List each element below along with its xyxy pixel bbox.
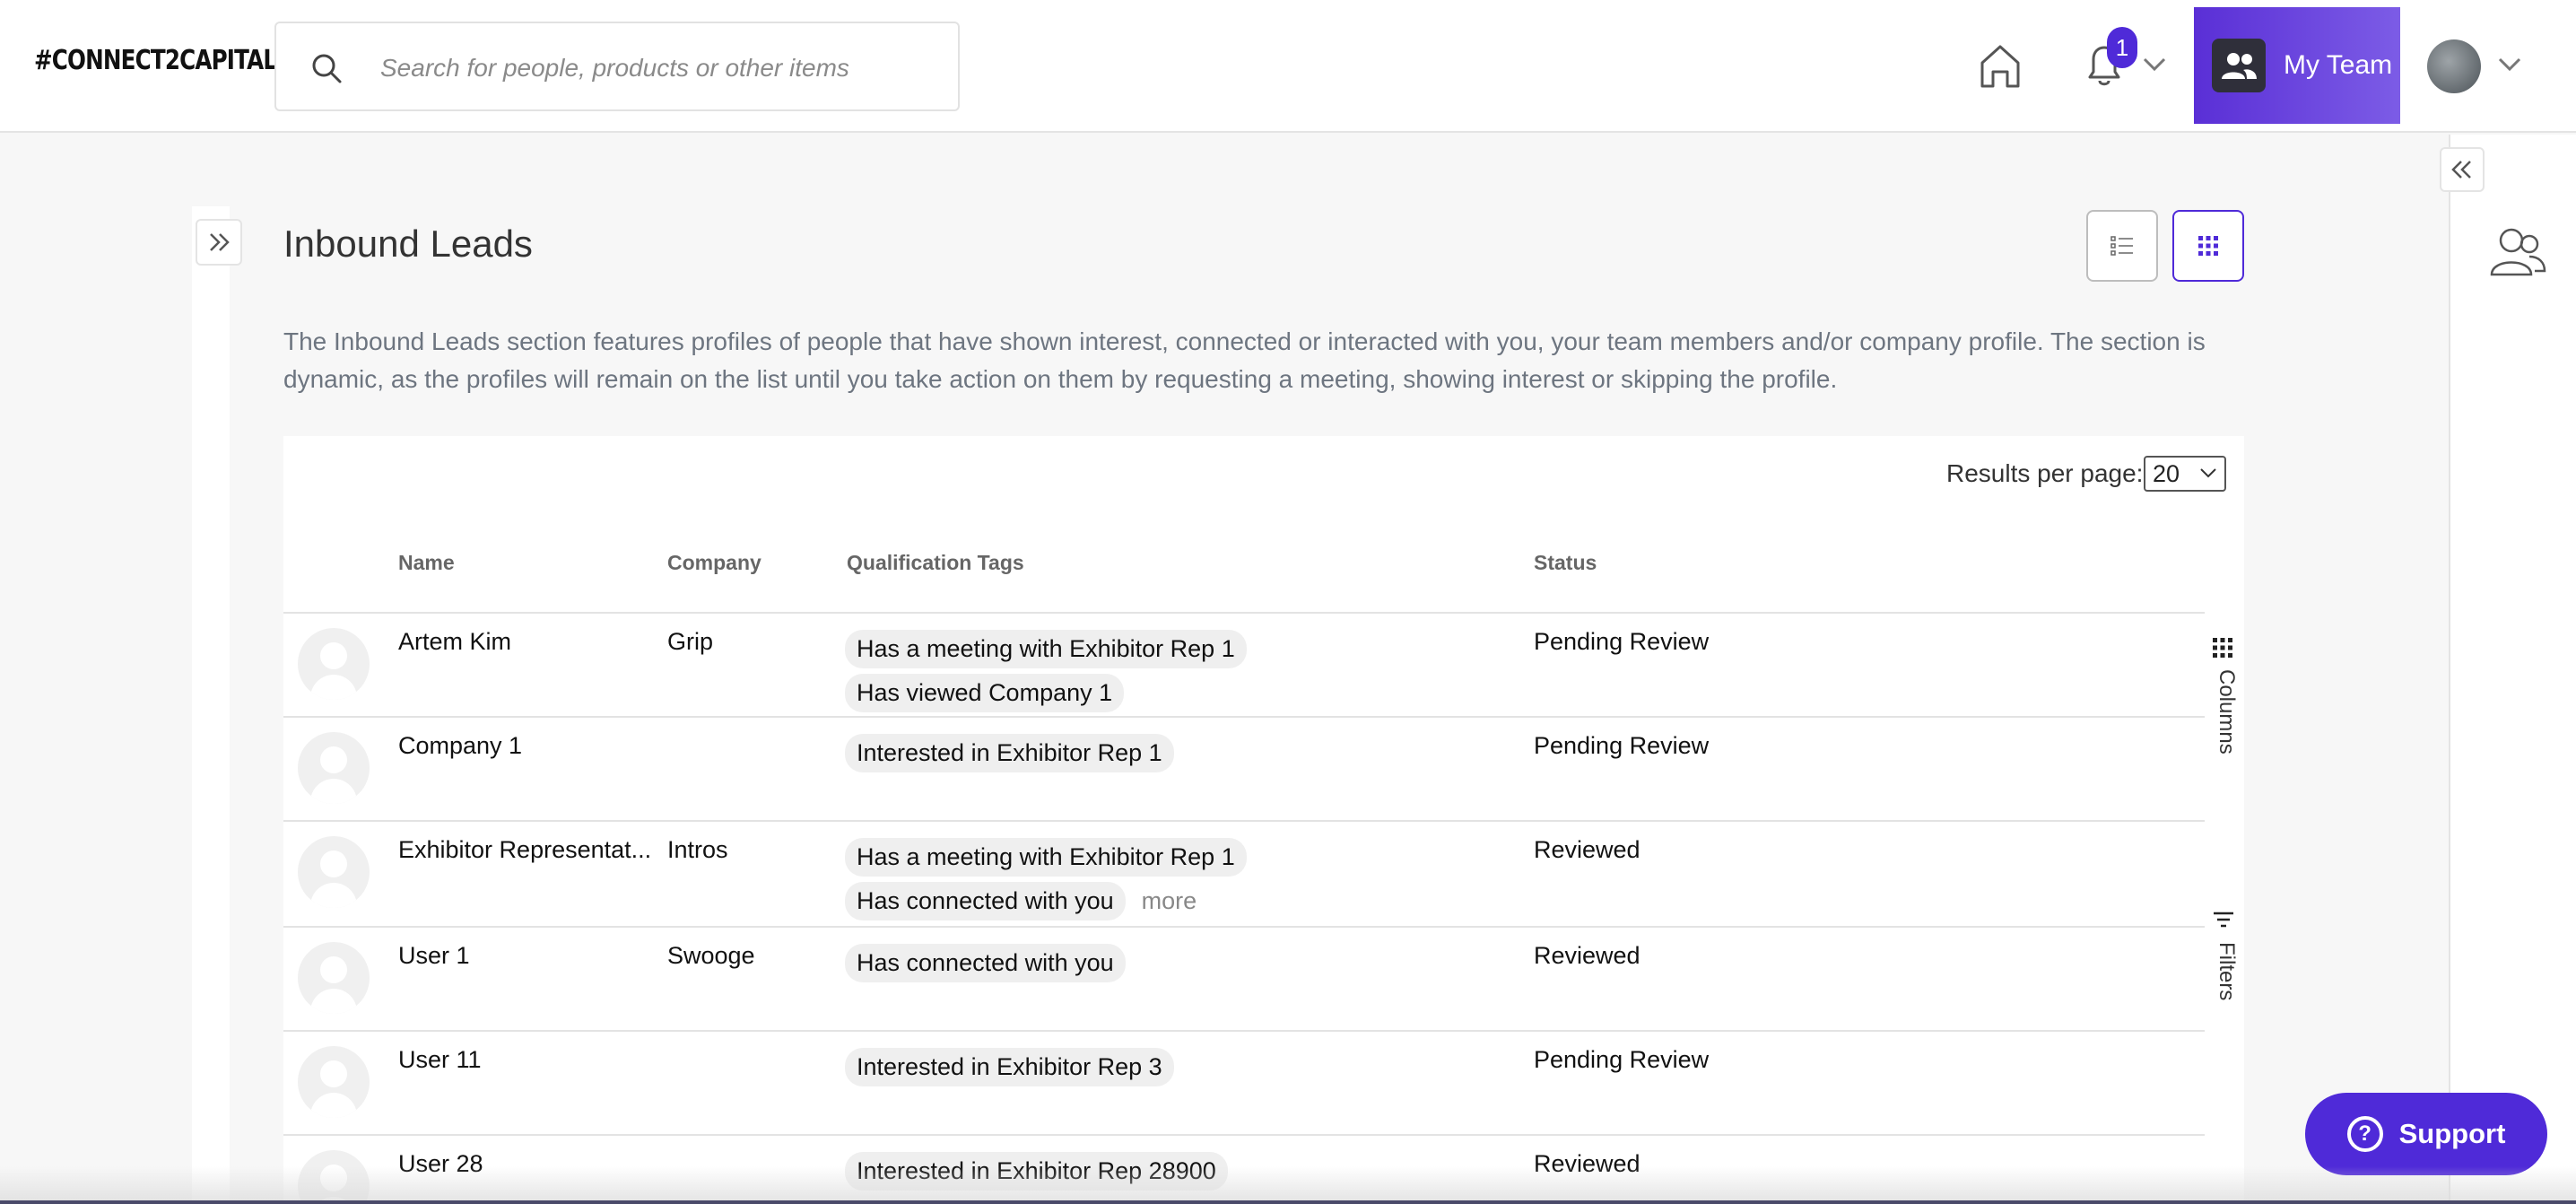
home-icon[interactable] [1977, 41, 2023, 92]
qualification-tags: Interested in Exhibitor Rep 1 [845, 734, 1527, 778]
results-per-page-select[interactable]: 20 [2144, 456, 2226, 492]
logo[interactable]: #CONNECT2CAPITAL [34, 45, 277, 76]
grid-icon [2198, 236, 2218, 256]
lead-company: Intros [667, 836, 728, 863]
filters-side-tab[interactable]: Filters [2208, 910, 2244, 1017]
qualification-tag: Has viewed Company 1 [845, 674, 1125, 712]
qualification-tag: Interested in Exhibitor Rep 1 [845, 734, 1174, 772]
grid-icon [2213, 638, 2232, 658]
lead-status: Pending Review [1534, 732, 1710, 759]
columns-side-tab[interactable]: Columns [2208, 637, 2244, 772]
qualification-tag: Has a meeting with Exhibitor Rep 1 [845, 630, 1247, 668]
double-chevron-left-icon [2451, 161, 2471, 179]
expand-left-button[interactable] [196, 219, 242, 266]
bottom-edge [0, 1200, 2576, 1204]
profile-avatar [298, 836, 370, 908]
people-icon[interactable] [2488, 224, 2547, 278]
results-per-page-value: 20 [2153, 460, 2180, 487]
qualification-tags: Interested in Exhibitor Rep 3 [845, 1048, 1527, 1092]
table-row[interactable]: Company 1 Interested in Exhibitor Rep 1 … [283, 716, 2205, 820]
qualification-tag: Interested in Exhibitor Rep 3 [845, 1048, 1174, 1086]
collapse-rail-button[interactable] [2440, 147, 2485, 192]
profile-avatar [298, 628, 370, 700]
qualification-tag: Has connected with you [845, 944, 1126, 982]
more-tags-link[interactable]: more [1142, 887, 1197, 915]
table-row[interactable]: Exhibitor Representat... Intros Has a me… [283, 820, 2205, 926]
lead-status: Reviewed [1534, 836, 1640, 863]
lead-name[interactable]: User 1 [398, 942, 655, 970]
chevron-down-icon [2200, 468, 2216, 478]
table-row[interactable]: Artem Kim Grip Has a meeting with Exhibi… [283, 612, 2205, 716]
lead-status: Pending Review [1534, 628, 1710, 655]
columns-label: Columns [2215, 669, 2239, 755]
qualification-tags: Has a meeting with Exhibitor Rep 1 Has vi… [845, 630, 1527, 718]
bottom-fade [0, 1166, 2576, 1204]
lead-company: Grip [667, 628, 714, 655]
lead-name[interactable]: User 11 [398, 1046, 655, 1074]
list-icon [2110, 236, 2133, 256]
lead-name[interactable]: Exhibitor Representat... [398, 836, 655, 864]
left-strip [192, 206, 230, 1204]
table-row[interactable]: User 1 Swooge Has connected with you Rev… [283, 926, 2205, 1030]
notification-badge: 1 [2107, 27, 2137, 68]
chevron-down-icon[interactable] [2142, 56, 2167, 74]
double-chevron-right-icon [210, 233, 230, 251]
page-description: The Inbound Leads section features profi… [283, 327, 2206, 393]
column-header-company[interactable]: Company [667, 551, 761, 575]
avatar[interactable] [2427, 39, 2481, 93]
search-icon [312, 54, 342, 83]
qualification-tag: Has connected with you [845, 882, 1126, 920]
column-header-status[interactable]: Status [1534, 551, 1597, 575]
profile-avatar [298, 942, 370, 1014]
profile-avatar [298, 1046, 370, 1118]
lead-company: Swooge [667, 942, 755, 969]
support-button[interactable]: ? Support [2305, 1093, 2547, 1175]
filter-icon [2214, 912, 2233, 928]
lead-status: Reviewed [1534, 942, 1640, 969]
table-row[interactable]: User 11 Interested in Exhibitor Rep 3 Pe… [283, 1030, 2205, 1134]
column-header-qualification-tags[interactable]: Qualification Tags [847, 551, 1024, 575]
list-view-button[interactable] [2086, 210, 2158, 282]
support-label: Support [2398, 1118, 2506, 1149]
right-rail [2449, 135, 2576, 1204]
lead-name[interactable]: Artem Kim [398, 628, 655, 656]
results-per-page-label: Results per page: [1946, 459, 2144, 487]
search-box[interactable]: Search for people, products or other ite… [274, 22, 960, 111]
page-title: Inbound Leads [283, 222, 533, 265]
grid-view-button[interactable] [2172, 210, 2244, 282]
question-icon: ? [2346, 1116, 2383, 1152]
chevron-down-icon[interactable] [2497, 56, 2522, 74]
my-team-label: My Team [2284, 50, 2393, 80]
top-bar: #CONNECT2CAPITAL Search for people, prod… [0, 0, 2576, 133]
qualification-tag: Has a meeting with Exhibitor Rep 1 [845, 838, 1247, 877]
team-icon [2212, 39, 2266, 92]
lead-name[interactable]: Company 1 [398, 732, 655, 760]
my-team-button[interactable]: My Team [2194, 7, 2400, 124]
profile-avatar [298, 732, 370, 804]
search-input[interactable]: Search for people, products or other ite… [380, 54, 849, 83]
lead-status: Pending Review [1534, 1046, 1710, 1073]
column-header-name[interactable]: Name [398, 551, 455, 575]
qualification-tags: Has a meeting with Exhibitor Rep 1 Has c… [845, 838, 1527, 926]
filters-label: Filters [2215, 942, 2239, 1001]
qualification-tags: Has connected with you [845, 944, 1527, 988]
